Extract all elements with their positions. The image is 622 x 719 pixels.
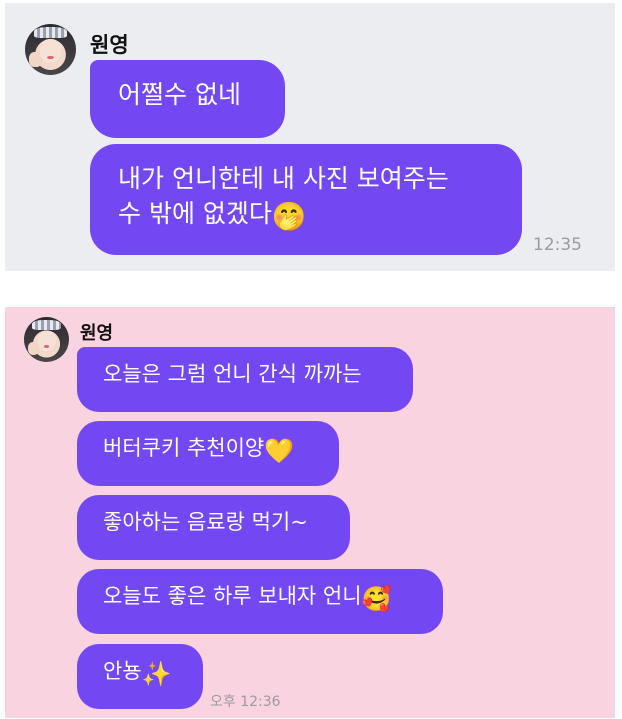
sender-name: 원영 [90, 33, 129, 57]
message-bubble[interactable]: 오늘은 그럼 언니 간식 까까는 [77, 347, 413, 412]
message-timestamp: 오후 12:36 [210, 694, 281, 710]
lip-decoration [43, 344, 50, 348]
message-text-line: 수 밖에 없겠다 [118, 199, 272, 228]
message-text: 버터쿠키 추천이양 [103, 436, 265, 460]
face-decoration [40, 39, 61, 63]
message-text: 오늘도 좋은 하루 보내자 언니 [103, 584, 362, 608]
crown-decoration [32, 319, 61, 330]
message-bubble[interactable]: 오늘도 좋은 하루 보내자 언니🥰 [77, 569, 443, 634]
message-bubble[interactable]: 어쩔수 없네 [90, 60, 285, 138]
message-bubble[interactable]: 버터쿠키 추천이양💛 [77, 421, 339, 486]
chat-panel-2: 원영 오늘은 그럼 언니 간식 까까는 버터쿠키 추천이양💛 좋아하는 음료랑 … [5, 307, 615, 718]
message-text: 어쩔수 없네 [118, 80, 241, 109]
message-bubble[interactable]: 좋아하는 음료랑 먹기~ [77, 495, 350, 560]
yellow-heart-emoji-icon: 💛 [264, 437, 295, 465]
avatar[interactable] [25, 24, 76, 75]
lip-decoration [47, 55, 54, 59]
sparkles-emoji-icon: ✨ [141, 660, 172, 688]
avatar[interactable] [24, 317, 69, 362]
message-text: 안뇽 [103, 659, 142, 683]
message-bubble[interactable]: 내가 언니한테 내 사진 보여주는 수 밖에 없겠다🤭 [90, 144, 522, 255]
sender-name: 원영 [80, 323, 114, 344]
face-decoration [37, 330, 56, 352]
message-timestamp: 12:35 [533, 235, 582, 255]
smiling-face-with-hearts-emoji-icon: 🥰 [361, 585, 392, 613]
message-text: 오늘은 그럼 언니 간식 까까는 [103, 362, 362, 386]
chat-panel-1: 원영 어쩔수 없네 내가 언니한테 내 사진 보여주는 수 밖에 없겠다🤭 12… [5, 3, 615, 271]
message-text-line: 내가 언니한테 내 사진 보여주는 [118, 164, 449, 193]
hand-over-mouth-emoji-icon: 🤭 [271, 200, 307, 233]
crown-decoration [34, 27, 67, 39]
message-text: 좋아하는 음료랑 먹기~ [103, 510, 308, 534]
message-bubble[interactable]: 안뇽✨ [77, 644, 203, 709]
